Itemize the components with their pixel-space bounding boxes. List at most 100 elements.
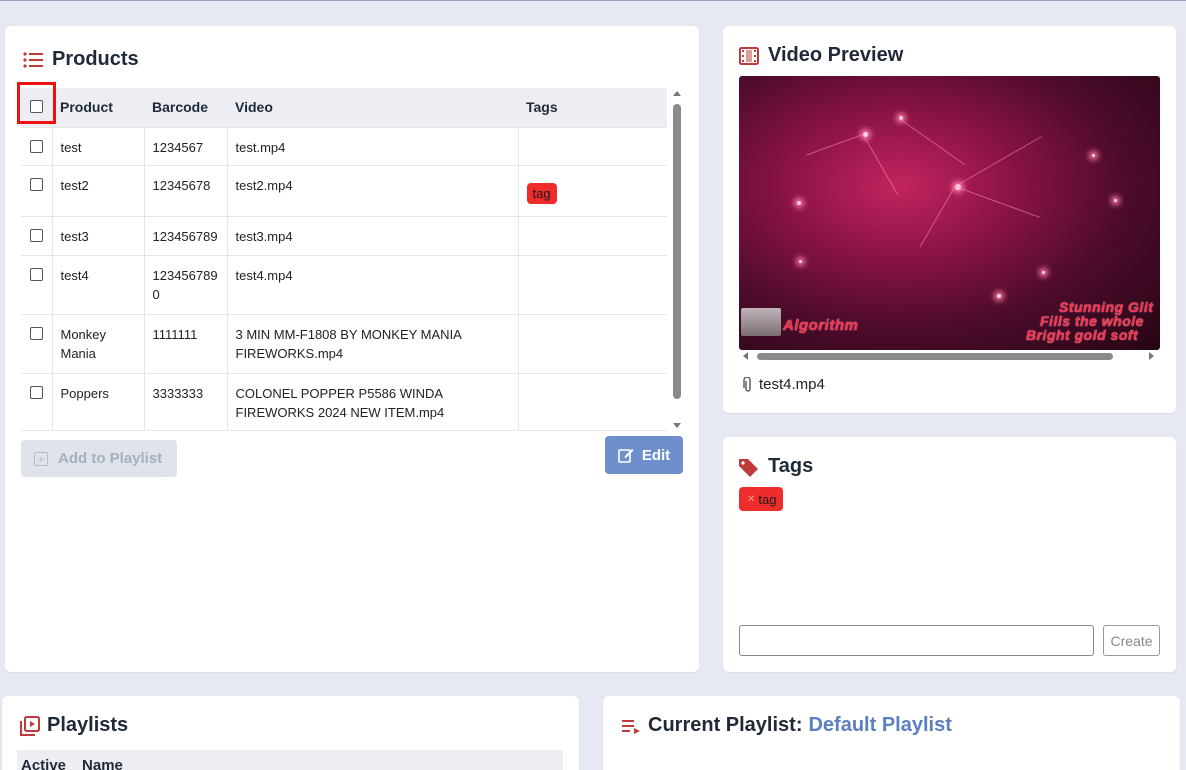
firework-trail xyxy=(862,134,899,196)
product-barcode: 1234567890 xyxy=(144,254,228,314)
product-tags xyxy=(518,254,667,314)
row-checkbox[interactable] xyxy=(30,177,43,191)
firework-spark xyxy=(997,294,1001,298)
table-row[interactable]: test4 1234567890 test4.mp4 xyxy=(21,254,667,314)
column-video[interactable]: Video xyxy=(227,88,518,127)
video-caption-line: Fills the whole xyxy=(1040,313,1144,329)
column-active[interactable]: Active xyxy=(21,757,66,770)
product-video: test4.mp4 xyxy=(227,254,519,314)
product-video: 3 MIN MM-F1808 BY MONKEY MANIA FIREWORKS… xyxy=(227,313,519,373)
row-checkbox[interactable] xyxy=(30,326,43,340)
tag-chip-label: tag xyxy=(758,491,777,507)
current-playlist-label: Current Playlist: xyxy=(648,714,803,736)
column-name[interactable]: Name xyxy=(82,757,123,770)
scroll-right-icon[interactable] xyxy=(1149,352,1154,360)
product-name: Poppers xyxy=(52,372,145,430)
video-logo-image xyxy=(741,308,781,336)
firework-spark xyxy=(1042,271,1045,274)
products-table: Product Barcode Video Tags test 1234567 … xyxy=(21,88,667,431)
product-video: test3.mp4 xyxy=(227,215,519,255)
product-name: test2 xyxy=(52,164,145,216)
playlists-title: Playlists xyxy=(19,714,128,737)
table-row[interactable]: test3 123456789 test3.mp4 xyxy=(21,215,667,255)
row-checkbox[interactable] xyxy=(30,267,43,281)
product-name: test4 xyxy=(52,254,145,314)
video-filename: test4.mp4 xyxy=(743,376,825,393)
add-to-playlist-button[interactable]: + Add to Playlist xyxy=(21,440,177,477)
create-tag-button[interactable]: Create xyxy=(1103,625,1160,656)
table-row[interactable]: Monkey Mania 1111111 3 MIN MM-F1808 BY M… xyxy=(21,313,667,373)
tag-chip[interactable]: ✕ tag xyxy=(739,487,784,511)
product-barcode: 1234567 xyxy=(144,126,228,165)
row-checkbox[interactable] xyxy=(30,139,43,153)
edit-button[interactable]: Edit xyxy=(605,436,683,474)
row-checkbox[interactable] xyxy=(30,228,43,242)
product-name: test xyxy=(52,126,145,165)
scroll-left-icon[interactable] xyxy=(743,352,748,360)
product-video: test.mp4 xyxy=(227,126,519,165)
plus-square-icon: + xyxy=(34,451,48,466)
tags-title: Tags xyxy=(738,455,813,478)
playlist-queue-icon xyxy=(620,715,642,737)
scroll-down-icon[interactable] xyxy=(673,423,681,428)
column-tags[interactable]: Tags xyxy=(518,88,667,127)
tags-card: Tags ✕ tag Create xyxy=(723,437,1176,672)
product-tags: tag xyxy=(518,164,667,216)
table-row[interactable]: test 1234567 test.mp4 xyxy=(21,126,667,165)
firework-trail xyxy=(919,186,956,248)
product-barcode: 1111111 xyxy=(144,313,228,373)
current-playlist-name[interactable]: Default Playlist xyxy=(808,714,951,737)
product-barcode: 12345678 xyxy=(144,164,228,216)
remove-tag-icon[interactable]: ✕ xyxy=(747,494,755,505)
firework-trail xyxy=(806,134,864,156)
video-preview-card: Video Preview Algorithm Stunning Glit Fi… xyxy=(723,26,1176,413)
scrollbar-thumb[interactable] xyxy=(757,353,1113,360)
firework-spark xyxy=(1092,154,1095,157)
firework-trail xyxy=(954,186,1040,218)
firework-spark xyxy=(1114,199,1117,202)
playlists-card: Playlists Active Name xyxy=(2,696,579,770)
row-checkbox[interactable] xyxy=(30,385,43,399)
tags-title-text: Tags xyxy=(768,455,814,477)
current-playlist-title: Current Playlist: Default Playlist xyxy=(620,714,952,737)
video-horizontal-scrollbar[interactable] xyxy=(739,350,1160,362)
select-all-highlight xyxy=(17,82,56,124)
video-overlay-text: Algorithm xyxy=(783,317,859,334)
paperclip-icon xyxy=(743,376,753,393)
video-player[interactable]: Algorithm Stunning Glit Fills the whole … xyxy=(739,76,1160,350)
scrollbar-thumb[interactable] xyxy=(673,104,681,399)
firework-trail xyxy=(954,136,1042,187)
list-icon xyxy=(22,49,44,71)
add-to-playlist-label: Add to Playlist xyxy=(58,450,163,467)
playlists-table-header: Active Name xyxy=(17,750,563,770)
column-barcode[interactable]: Barcode xyxy=(144,88,227,127)
table-row[interactable]: test2 12345678 test2.mp4 tag xyxy=(21,164,667,216)
product-tags xyxy=(518,313,667,373)
video-filename-text: test4.mp4 xyxy=(759,376,825,393)
firework-trail xyxy=(898,118,965,165)
scroll-up-icon[interactable] xyxy=(673,91,681,96)
product-name: Monkey Mania xyxy=(52,313,145,373)
product-tags xyxy=(518,215,667,255)
video-caption-line: Bright gold soft xyxy=(1026,327,1139,343)
current-playlist-card: Current Playlist: Default Playlist xyxy=(603,696,1180,770)
video-preview-title-text: Video Preview xyxy=(768,44,904,66)
product-tags xyxy=(518,126,667,165)
products-title-text: Products xyxy=(52,48,139,70)
video-caption-line: Stunning Glit xyxy=(1059,299,1154,315)
table-row[interactable]: Poppers 3333333 COLONEL POPPER P5586 WIN… xyxy=(21,372,667,430)
tag-badge: tag xyxy=(526,182,557,204)
column-product[interactable]: Product xyxy=(52,88,144,127)
video-preview-title: Video Preview xyxy=(738,44,903,67)
playlists-title-text: Playlists xyxy=(47,714,129,736)
edit-icon xyxy=(618,447,634,463)
product-name: test3 xyxy=(52,215,145,255)
new-tag-input[interactable] xyxy=(739,625,1094,656)
table-scrollbar[interactable] xyxy=(671,88,683,430)
table-header-row: Product Barcode Video Tags xyxy=(21,88,667,127)
product-barcode: 123456789 xyxy=(144,215,228,255)
tag-icon xyxy=(738,456,760,478)
product-barcode: 3333333 xyxy=(144,372,228,430)
product-video: COLONEL POPPER P5586 WINDA FIREWORKS 202… xyxy=(227,372,519,430)
product-video: test2.mp4 xyxy=(227,164,519,216)
